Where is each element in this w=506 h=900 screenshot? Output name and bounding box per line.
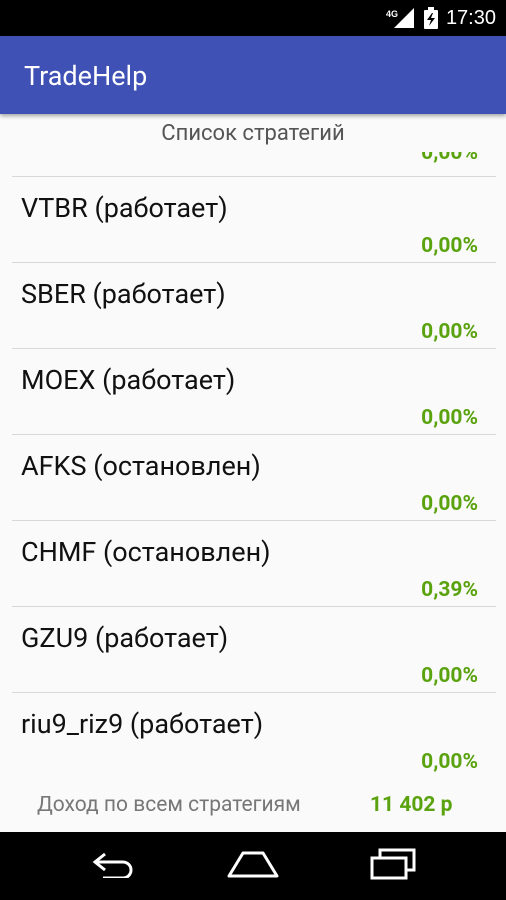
list-item[interactable]: AFKS (остановлен) 0,00% bbox=[12, 435, 496, 521]
home-button[interactable] bbox=[223, 846, 283, 886]
profit-value: 0,00% bbox=[421, 492, 478, 516]
app-bar: TradeHelp bbox=[0, 36, 506, 114]
list-item[interactable]: VTBR (работает) 0,00% bbox=[12, 177, 496, 263]
profit-value: 0,00% bbox=[421, 406, 478, 430]
navigation-bar bbox=[0, 832, 506, 900]
strategy-list[interactable]: 0,00% VTBR (работает) 0,00% SBER (работа… bbox=[0, 152, 506, 790]
list-item[interactable]: 0,00% bbox=[12, 152, 496, 177]
total-income-label: Доход по всем стратегиям bbox=[37, 793, 301, 817]
profit-value: 0,39% bbox=[421, 578, 478, 602]
home-icon bbox=[225, 849, 281, 883]
list-item[interactable]: MOEX (работает) 0,00% bbox=[12, 349, 496, 435]
profit-value: 0,00% bbox=[421, 234, 478, 258]
signal-icon: 4G bbox=[386, 8, 416, 28]
profit-value: 0,00% bbox=[421, 750, 478, 774]
status-bar: 4G 17:30 bbox=[0, 0, 506, 36]
back-icon bbox=[89, 850, 137, 882]
strategy-name: GZU9 (работает) bbox=[21, 622, 229, 654]
recents-icon bbox=[368, 848, 418, 884]
recents-button[interactable] bbox=[363, 846, 423, 886]
total-income-value: 11 402 р bbox=[370, 793, 453, 817]
list-item[interactable]: CHMF (остановлен) 0,39% bbox=[12, 521, 496, 607]
strategy-name: CHMF (остановлен) bbox=[21, 536, 271, 568]
back-button[interactable] bbox=[83, 846, 143, 886]
profit-value: 0,00% bbox=[421, 152, 478, 165]
strategy-name: MOEX (работает) bbox=[21, 364, 236, 396]
clock: 17:30 bbox=[445, 6, 496, 29]
strategy-name: riu9_riz9 (работает) bbox=[21, 708, 264, 740]
strategy-name: VTBR (работает) bbox=[21, 192, 228, 224]
strategy-name: AFKS (остановлен) bbox=[21, 450, 261, 482]
battery-icon bbox=[423, 7, 438, 29]
total-income-bar: Доход по всем стратегиям 11 402 р bbox=[0, 790, 506, 832]
network-type-label: 4G bbox=[386, 9, 398, 19]
list-item[interactable]: riu9_riz9 (работает) 0,00% bbox=[12, 693, 496, 778]
list-item[interactable]: GZU9 (работает) 0,00% bbox=[12, 607, 496, 693]
profit-value: 0,00% bbox=[421, 664, 478, 688]
profit-value: 0,00% bbox=[421, 320, 478, 344]
list-item[interactable]: SBER (работает) 0,00% bbox=[12, 263, 496, 349]
app-title: TradeHelp bbox=[24, 60, 148, 92]
list-header: Список стратегий bbox=[161, 121, 345, 146]
strategy-name: SBER (работает) bbox=[21, 278, 226, 310]
